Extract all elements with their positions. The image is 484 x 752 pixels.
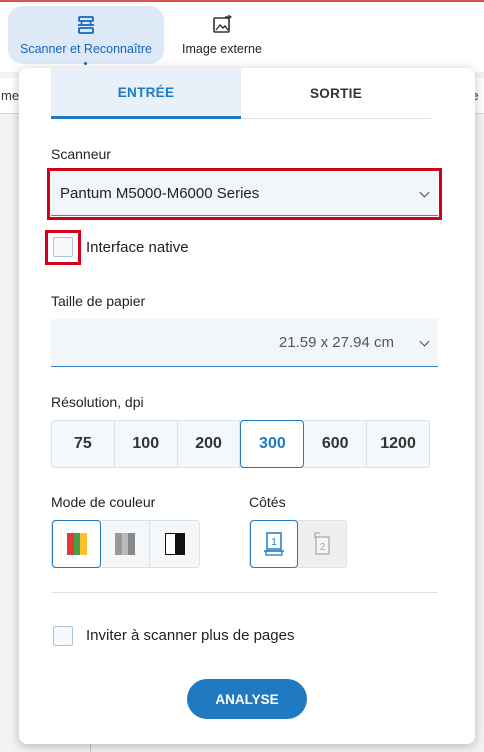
- scanner-label: Scanneur: [51, 146, 111, 162]
- top-toolbar: Scanner et Reconnaître Image externe: [0, 2, 484, 72]
- resolution-selector: 75 100 200 300 600 1200: [51, 420, 430, 468]
- resolution-label: Résolution, dpi: [51, 394, 144, 410]
- double-side-button[interactable]: 2: [298, 521, 346, 567]
- paper-size-select[interactable]: 21.59 x 27.94 cm: [51, 319, 438, 367]
- black-white-mode-icon: [164, 533, 185, 555]
- scanner-icon: [78, 15, 94, 34]
- paper-size-value: 21.59 x 27.94 cm: [278, 334, 394, 351]
- tab-output[interactable]: SORTIE: [241, 68, 431, 119]
- scan-settings-panel: ENTRÉE SORTIE Scanneur Pantum M5000-M600…: [19, 68, 475, 744]
- single-side-icon: 1: [264, 532, 284, 556]
- external-image-label: Image externe: [182, 41, 262, 56]
- resolution-option-600[interactable]: 600: [304, 421, 368, 467]
- active-indicator-dot: [84, 62, 87, 65]
- resolution-option-75[interactable]: 75: [52, 421, 115, 467]
- tab-input[interactable]: ENTRÉE: [51, 68, 241, 119]
- color-mode-button[interactable]: [52, 520, 101, 568]
- resolution-option-300[interactable]: 300: [240, 420, 305, 468]
- scanner-highlight-box: [47, 168, 442, 220]
- single-side-button[interactable]: 1: [250, 520, 299, 568]
- image-icon: [213, 14, 232, 33]
- grayscale-mode-button[interactable]: [101, 521, 150, 567]
- resolution-option-100[interactable]: 100: [115, 421, 178, 467]
- double-side-number: 2: [320, 542, 326, 553]
- more-pages-label: Inviter à scanner plus de pages: [86, 627, 295, 644]
- single-side-number: 1: [271, 537, 277, 548]
- color-mode-label: Mode de couleur: [51, 494, 156, 510]
- resolution-option-200[interactable]: 200: [178, 421, 241, 467]
- grayscale-mode-icon: [115, 533, 135, 555]
- external-image-button[interactable]: Image externe: [172, 6, 272, 64]
- more-pages-checkbox[interactable]: [53, 626, 73, 646]
- chevron-down-icon: [419, 336, 430, 347]
- color-mode-icon: [66, 533, 87, 555]
- sides-label: Côtés: [249, 494, 286, 510]
- scan-recognize-button[interactable]: Scanner et Reconnaître: [8, 6, 164, 64]
- analyse-button[interactable]: ANALYSE: [187, 679, 307, 719]
- color-mode-selector: [51, 520, 200, 568]
- native-interface-label: Interface native: [86, 239, 189, 256]
- black-white-mode-button[interactable]: [150, 521, 199, 567]
- resolution-option-1200[interactable]: 1200: [367, 421, 429, 467]
- double-side-icon: 2: [314, 532, 330, 555]
- sides-selector: 1 2: [249, 520, 347, 568]
- native-interface-highlight-box: [45, 230, 81, 265]
- section-divider: [51, 592, 438, 593]
- paper-size-label: Taille de papier: [51, 293, 146, 309]
- scan-recognize-label: Scanner et Reconnaître: [19, 41, 153, 56]
